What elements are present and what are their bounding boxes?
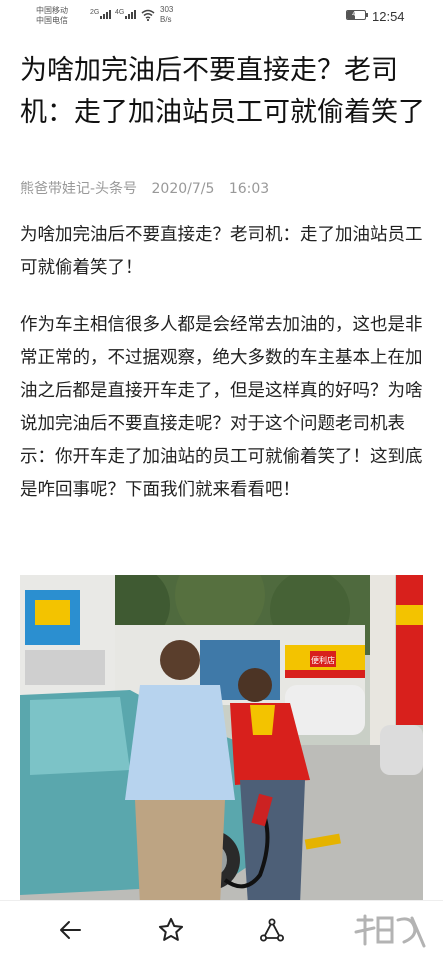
article-title: 为啥加完油后不要直接走？老司机：走了加油站员工可就偷着笑了 [20, 55, 425, 128]
network-type-1: 2G [90, 9, 100, 16]
share-icon [260, 918, 284, 942]
article-photo[interactable]: 便利店 [20, 575, 423, 905]
network-type-2: 4G [115, 9, 125, 16]
wifi-icon [141, 9, 155, 21]
net-speed-unit: B/s [160, 15, 172, 24]
net-speed-value: 303 [160, 5, 174, 14]
gas-station-photo: 便利店 [20, 575, 423, 905]
carrier-info: 中国移动 中国电信 [36, 6, 68, 26]
back-arrow-icon [60, 921, 81, 939]
net-speed: 303 B/s [160, 5, 173, 25]
publish-time: 16:03 [228, 181, 270, 197]
share-button[interactable] [257, 915, 287, 945]
article-meta: 熊爸带娃记-头条号 2020/7/5 16:03 [20, 178, 279, 198]
status-bar: 中国移动 中国电信 2G 4G 303 B/s 44 12:54 [0, 0, 443, 34]
clock: 12:54 [372, 9, 405, 24]
back-button[interactable] [55, 915, 85, 945]
signal-1-icon [100, 10, 111, 19]
battery-level: 44 [352, 11, 360, 18]
carrier-1: 中国移动 [36, 6, 68, 15]
signal-2-icon [125, 10, 136, 19]
author-name[interactable]: 熊爸带娃记-头条号 [20, 181, 137, 197]
favorite-button[interactable] [156, 915, 186, 945]
star-icon [158, 917, 184, 941]
publish-date: 2020/7/5 [151, 181, 215, 197]
carrier-2: 中国电信 [36, 16, 68, 25]
watermark-logo-icon [354, 914, 426, 948]
article-paragraph-2: 作为车主相信很多人都是会经常去加油的，这也是非常正常的，不过据观察，绝大多数的车… [20, 315, 423, 500]
battery-icon: 44 [346, 10, 366, 20]
article-paragraph-1: 为啥加完油后不要直接走？老司机：走了加油站员工可就偷着笑了！ [20, 225, 423, 278]
store-sign: 便利店 [311, 655, 335, 665]
